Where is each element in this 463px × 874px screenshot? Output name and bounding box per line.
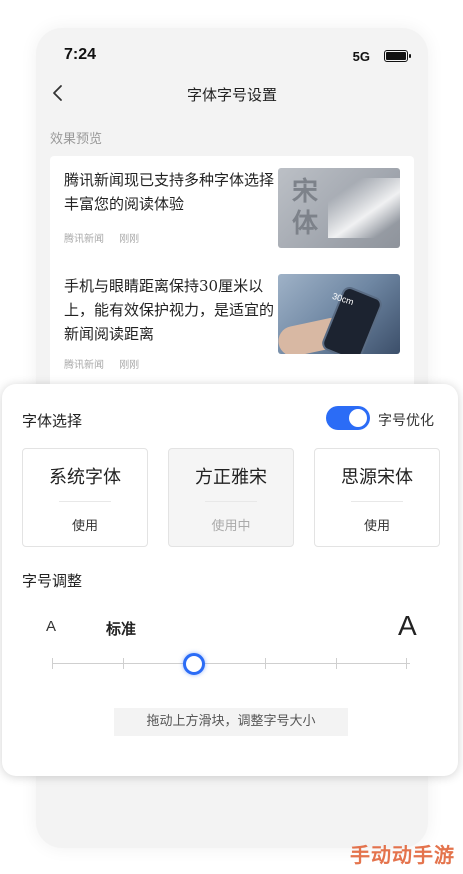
font-option-fangzheng-yasong[interactable]: 方正雅宋 使用中 (168, 448, 294, 547)
slider-tick (406, 658, 408, 669)
divider (351, 501, 403, 502)
light-beam-graphic (328, 178, 400, 238)
news-source: 腾讯新闻 (64, 234, 104, 245)
font-option-action: 使用 (71, 519, 98, 534)
size-small-label: A (46, 618, 57, 635)
slider-track (52, 663, 410, 664)
divider (205, 501, 257, 502)
nav-bar: 字体字号设置 (36, 80, 428, 108)
slider-tick (122, 658, 124, 669)
preview-card: 腾讯新闻现已支持多种字体选择 丰富您的阅读体验 腾讯新闻 刚刚 宋体 手机与眼睛… (50, 156, 414, 396)
status-time: 7:24 (64, 46, 97, 63)
news-title: 腾讯新闻现已支持多种字体选择 丰富您的阅读体验 (64, 171, 275, 213)
news-time: 刚刚 (119, 360, 140, 371)
slider-hint: 拖动上方滑块，调整字号大小 (114, 708, 348, 736)
font-option-name: 方正雅宋 (195, 467, 267, 488)
font-option-siyuan-songti[interactable]: 思源宋体 使用 (314, 448, 440, 547)
size-large-label: A (398, 610, 417, 641)
size-optimize-toggle[interactable] (326, 406, 370, 430)
font-select-title: 字体选择 (22, 412, 83, 430)
battery-icon (384, 50, 411, 62)
news-meta: 腾讯新闻 刚刚 (64, 230, 151, 245)
news-time: 刚刚 (119, 234, 140, 245)
news-meta: 腾讯新闻 刚刚 (64, 356, 151, 371)
font-option-name: 系统字体 (49, 467, 121, 488)
page-title: 字体字号设置 (186, 86, 277, 104)
slider-tick (264, 658, 266, 669)
font-size-slider[interactable] (52, 653, 410, 675)
news-item[interactable]: 腾讯新闻现已支持多种字体选择 丰富您的阅读体验 腾讯新闻 刚刚 宋体 (64, 168, 400, 258)
preview-label: 效果预览 (50, 132, 103, 147)
size-optimize-label: 字号优化 (378, 413, 434, 429)
font-size-title: 字号调整 (22, 572, 83, 590)
network-indicator: 5G (352, 49, 370, 64)
status-bar: 7:24 5G (64, 46, 411, 68)
site-watermark: 手动动手游 (350, 843, 455, 867)
news-source: 腾讯新闻 (64, 360, 104, 371)
divider (59, 501, 111, 502)
slider-tick (52, 658, 53, 669)
news-thumbnail: 30cm (278, 274, 400, 354)
settings-sheet: 字体选择 字号优化 系统字体 使用 方正雅宋 使用中 思源宋体 使用 字号调整 … (2, 384, 458, 776)
slider-tick (335, 658, 337, 669)
font-option-name: 思源宋体 (341, 467, 413, 488)
thumbnail-text: 宋体 (292, 177, 319, 239)
news-thumbnail: 宋体 (278, 168, 400, 248)
slider-handle[interactable] (183, 653, 206, 675)
news-item[interactable]: 手机与眼睛距离保持30厘米以上，能有效保护视力，是适宜的新闻阅读距离 腾讯新闻 … (64, 274, 400, 374)
font-option-action: 使用中 (211, 519, 251, 534)
size-current-label: 标准 (106, 620, 137, 638)
news-title: 手机与眼睛距离保持30厘米以上，能有效保护视力，是适宜的新闻阅读距离 (64, 277, 275, 343)
font-option-system[interactable]: 系统字体 使用 (22, 448, 148, 547)
font-option-action: 使用 (363, 519, 390, 534)
